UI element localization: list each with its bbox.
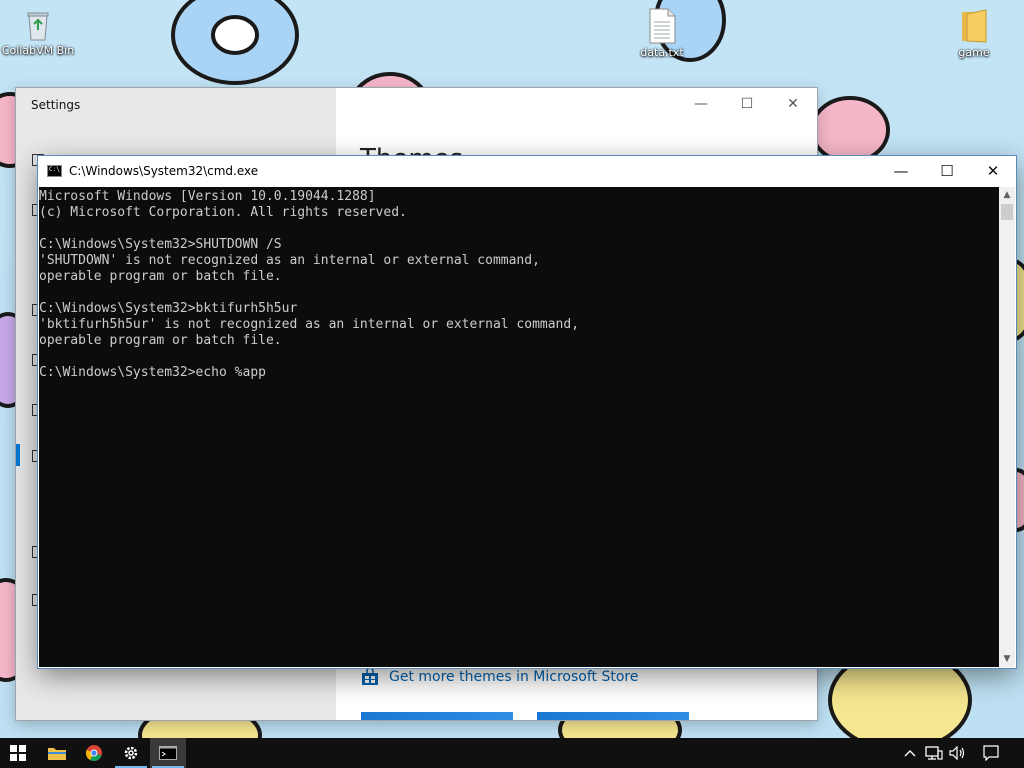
text-file-icon — [649, 8, 676, 44]
cmd-window[interactable]: C:\Windows\System32\cmd.exe — ☐ ✕ Micros… — [38, 156, 1016, 668]
cmd-title: C:\Windows\System32\cmd.exe — [69, 164, 259, 178]
taskbar-settings[interactable] — [113, 738, 149, 768]
theme-thumbnail[interactable] — [361, 712, 513, 720]
store-bag-icon — [362, 668, 378, 685]
taskbar-command-prompt[interactable] — [150, 738, 186, 768]
scroll-down-arrow[interactable]: ▼ — [999, 651, 1015, 667]
console-text[interactable]: Microsoft Windows [Version 10.0.19044.12… — [39, 187, 999, 381]
gear-icon — [124, 746, 138, 760]
windows-logo-icon — [10, 745, 26, 761]
cmd-app-icon[interactable] — [47, 165, 62, 177]
cmd-icon — [159, 746, 177, 760]
cmd-minimize-button[interactable]: — — [878, 156, 924, 186]
scroll-up-arrow[interactable]: ▲ — [999, 187, 1015, 203]
store-link[interactable]: Get more themes in Microsoft Store — [361, 668, 638, 686]
start-button[interactable] — [0, 738, 36, 768]
settings-maximize-button[interactable]: ☐ — [724, 92, 770, 116]
folder-icon — [962, 9, 987, 43]
taskbar-chrome[interactable] — [76, 738, 112, 768]
vertical-scrollbar[interactable]: ▲ ▼ — [999, 187, 1015, 667]
taskbar — [0, 738, 1024, 768]
cmd-close-button[interactable]: ✕ — [970, 156, 1016, 186]
desktop-icon-game[interactable]: game — [937, 8, 1011, 59]
theme-thumbnail[interactable] — [537, 712, 689, 720]
tray-network[interactable] — [922, 738, 946, 768]
taskbar-file-explorer[interactable] — [39, 738, 75, 768]
cmd-maximize-button[interactable]: ☐ — [924, 156, 970, 186]
desktop-icon-label: data.txt — [640, 46, 684, 59]
desktop-icon-collabvm-bin[interactable]: CollabVM Bin — [1, 8, 75, 57]
desktop-icon-data-txt[interactable]: data.txt — [625, 8, 699, 59]
desktop-icon-label: CollabVM Bin — [1, 44, 75, 57]
file-explorer-icon — [48, 748, 66, 760]
settings-title: Settings — [31, 98, 81, 112]
settings-minimize-button[interactable]: — — [678, 92, 724, 116]
tray-notifications[interactable] — [979, 738, 1003, 768]
store-link-text[interactable]: Get more themes in Microsoft Store — [389, 669, 638, 685]
recycle-bin-icon — [27, 12, 49, 41]
console-output[interactable]: Microsoft Windows [Version 10.0.19044.12… — [39, 187, 999, 667]
selected-indicator — [16, 444, 20, 466]
scroll-thumb[interactable] — [1001, 204, 1013, 220]
settings-close-button[interactable]: ✕ — [770, 92, 816, 116]
cmd-titlebar[interactable]: C:\Windows\System32\cmd.exe — ☐ ✕ — [38, 156, 1016, 187]
tray-chevron[interactable] — [898, 738, 922, 768]
notifications-icon — [983, 745, 999, 761]
chevron-up-icon — [904, 750, 916, 757]
tray-volume[interactable] — [946, 738, 970, 768]
network-icon — [925, 746, 943, 760]
chrome-icon — [86, 745, 102, 761]
desktop-icon-label: game — [958, 46, 990, 59]
volume-icon — [949, 746, 965, 760]
